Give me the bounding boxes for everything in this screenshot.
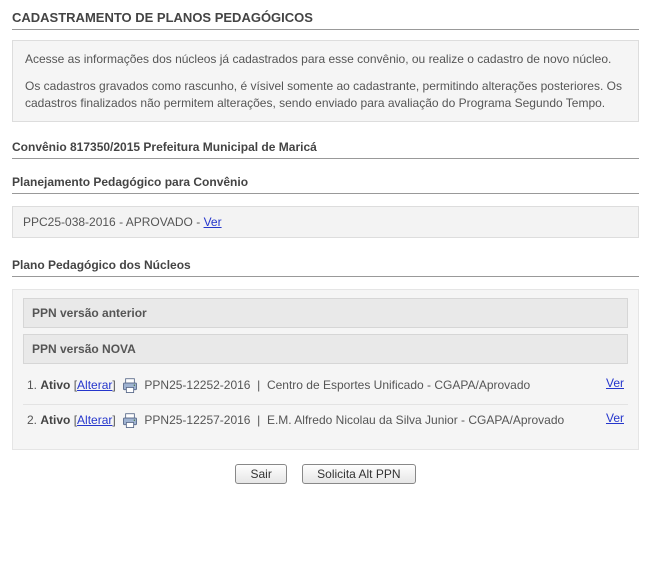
intro-paragraph-1: Acesse as informações dos núcleos já cad… [25, 51, 626, 68]
table-row: 1. Ativo [Alterar] PPN25-12252-2016 | Ce… [23, 370, 628, 405]
printer-icon[interactable] [121, 378, 139, 394]
sep: - [196, 215, 203, 229]
ppn-nova-header: PPN versão NOVA [23, 334, 628, 364]
row-ver-link[interactable]: Ver [606, 411, 624, 425]
sep: - [119, 215, 126, 229]
row-status: Ativo [40, 413, 70, 427]
buttons-row: Sair Solicita Alt PPN [12, 450, 639, 484]
row-index: 2. [27, 413, 37, 427]
sep: | [254, 413, 267, 427]
row-ver-link[interactable]: Ver [606, 376, 624, 390]
ppc-code: PPC25-038-2016 [23, 215, 116, 229]
row-desc: E.M. Alfredo Nicolau da Silva Junior - C… [267, 413, 564, 427]
solicita-alt-ppn-button[interactable]: Solicita Alt PPN [302, 464, 415, 484]
row-code: PPN25-12257-2016 [144, 413, 250, 427]
ppc-status: APROVADO [126, 215, 193, 229]
bracket: ] [112, 378, 119, 392]
ppc-box: PPC25-038-2016 - APROVADO - Ver [12, 206, 639, 238]
ppc-section-title: Planejamento Pedagógico para Convênio [12, 171, 639, 194]
sair-button[interactable]: Sair [235, 464, 286, 484]
row-code: PPN25-12252-2016 [144, 378, 250, 392]
intro-paragraph-2: Os cadastros gravados como rascunho, é v… [25, 78, 626, 112]
table-row: 2. Ativo [Alterar] PPN25-12257-2016 | E.… [23, 405, 628, 439]
sep: | [254, 378, 267, 392]
bracket: ] [112, 413, 119, 427]
row-desc: Centro de Esportes Unificado - CGAPA/Apr… [267, 378, 530, 392]
convenio-title: Convênio 817350/2015 Prefeitura Municipa… [12, 136, 639, 159]
page-title: CADASTRAMENTO DE PLANOS PEDAGÓGICOS [12, 6, 639, 30]
nucleos-panel: PPN versão anterior PPN versão NOVA 1. A… [12, 289, 639, 450]
nucleos-section-title: Plano Pedagógico dos Núcleos [12, 254, 639, 277]
intro-box: Acesse as informações dos núcleos já cad… [12, 40, 639, 122]
row-index: 1. [27, 378, 37, 392]
row-status: Ativo [40, 378, 70, 392]
alterar-link[interactable]: Alterar [77, 413, 112, 427]
printer-icon[interactable] [121, 413, 139, 429]
ppn-anterior-header: PPN versão anterior [23, 298, 628, 328]
alterar-link[interactable]: Alterar [77, 378, 112, 392]
ppc-ver-link[interactable]: Ver [204, 215, 222, 229]
